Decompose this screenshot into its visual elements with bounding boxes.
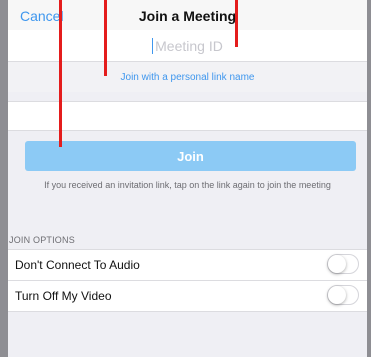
audio-toggle[interactable] — [327, 254, 359, 274]
toggle-knob — [328, 255, 346, 273]
option-label-audio: Don't Connect To Audio — [15, 258, 140, 272]
window-frame-left — [0, 0, 8, 357]
toggle-knob — [328, 286, 346, 304]
join-options-header: JOIN OPTIONS — [9, 235, 75, 245]
text-cursor — [152, 37, 154, 54]
option-row-video: Turn Off My Video — [8, 280, 367, 312]
option-row-audio: Don't Connect To Audio — [8, 249, 367, 280]
video-toggle[interactable] — [327, 285, 359, 305]
join-button[interactable]: Join — [25, 141, 356, 171]
invitation-hint-text: If you received an invitation link, tap … — [44, 180, 331, 190]
window-frame-right — [367, 0, 371, 357]
annotation-line-3 — [235, 0, 238, 47]
option-label-video: Turn Off My Video — [15, 289, 112, 303]
meeting-id-placeholder: Meeting ID — [155, 37, 223, 54]
personal-link-name-link[interactable]: Join with a personal link name — [121, 72, 255, 83]
annotation-line-2 — [104, 0, 107, 76]
annotation-line-1 — [59, 0, 62, 147]
